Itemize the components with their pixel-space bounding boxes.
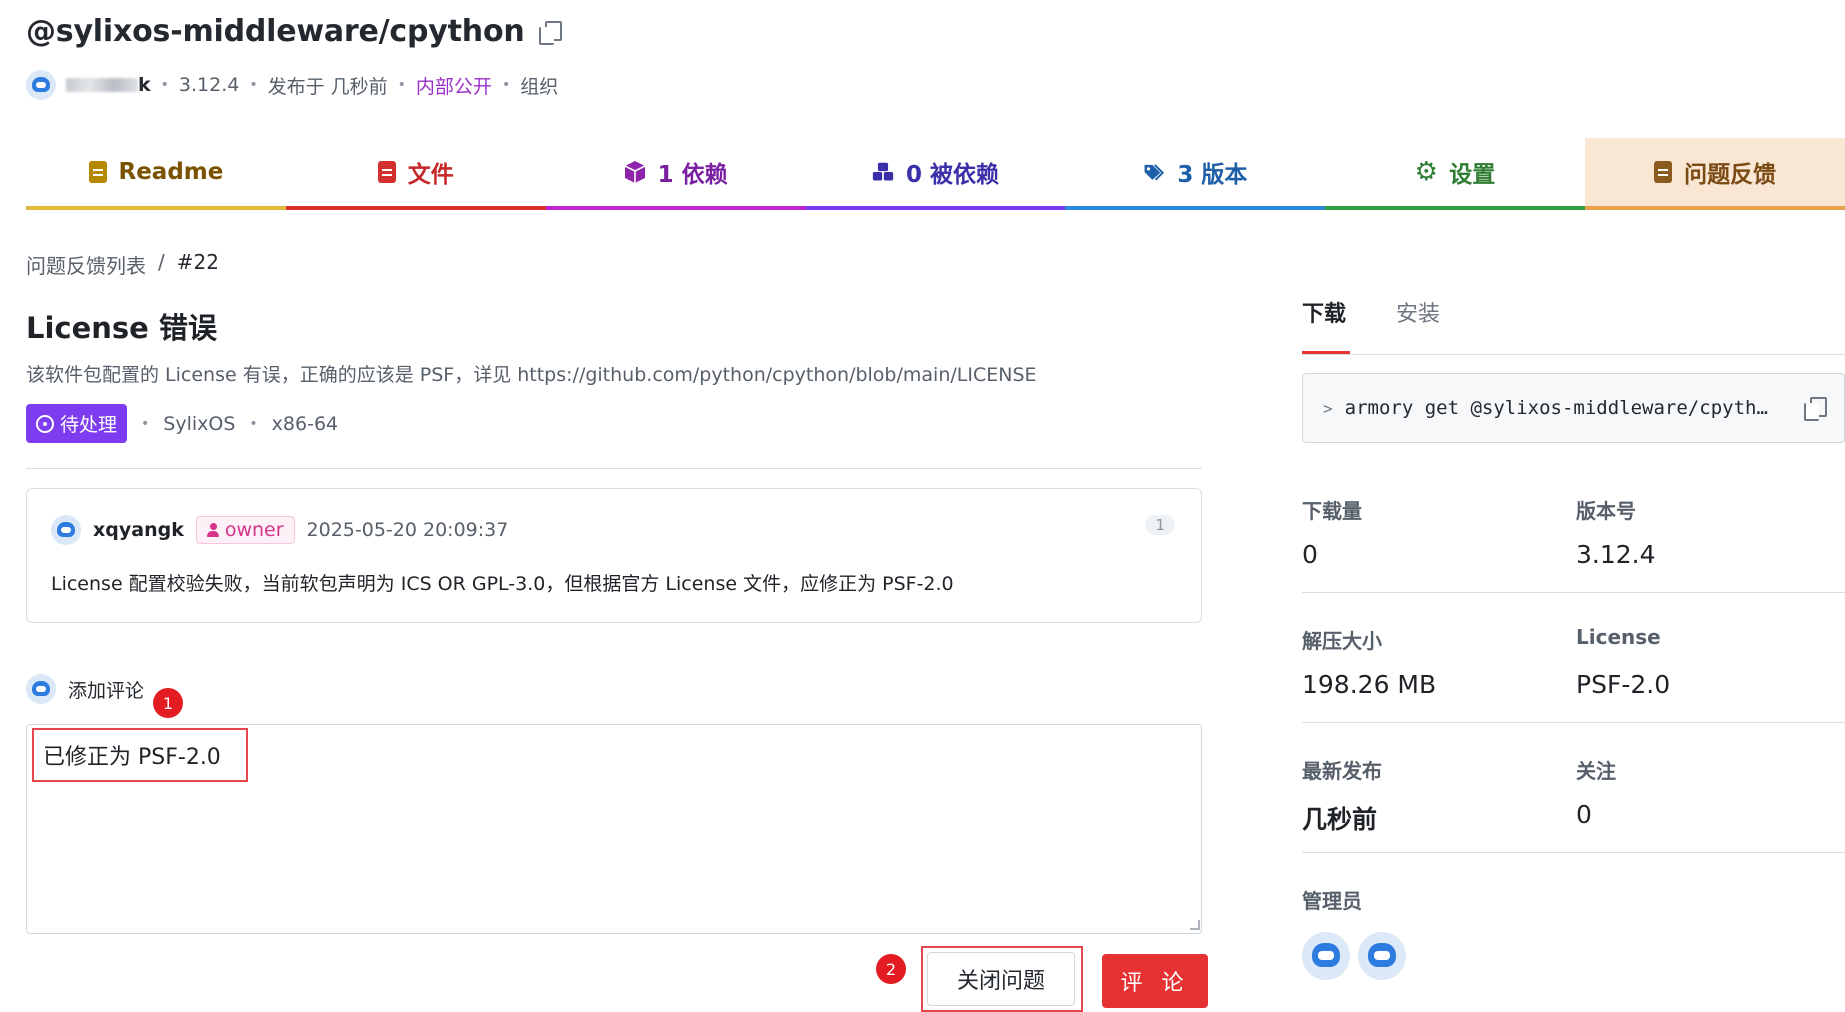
step-1-badge: 1 bbox=[153, 688, 183, 718]
person-icon bbox=[206, 523, 219, 537]
copy-icon[interactable] bbox=[538, 20, 562, 45]
stat-value-followers: 0 bbox=[1576, 800, 1592, 829]
annotation-highlight-text bbox=[32, 728, 248, 782]
breadcrumb-current: #22 bbox=[176, 250, 219, 274]
comment-body: License 配置校验失败，当前软包声明为 ICS OR GPL-3.0，但根… bbox=[51, 573, 954, 595]
tab-label: 3 版本 bbox=[1177, 162, 1248, 188]
tab-label: Readme bbox=[118, 159, 224, 185]
separator-dot: • bbox=[397, 77, 406, 93]
package-tabs: Readme 文件 1 依赖 0 被依赖 3 版本 ⚙ 设置 问题反馈 bbox=[26, 138, 1845, 210]
divider bbox=[1302, 722, 1845, 723]
issue-arch: x86-64 bbox=[271, 412, 339, 435]
install-command-box: > armory get @sylixos-middleware/cpyth… bbox=[1302, 373, 1845, 443]
submit-comment-button[interactable]: 评 论 bbox=[1102, 954, 1208, 1008]
add-comment-label: 添加评论 bbox=[68, 679, 145, 702]
stat-label-license: License bbox=[1576, 625, 1661, 649]
admins-label: 管理员 bbox=[1302, 889, 1362, 913]
separator-dot: • bbox=[249, 77, 258, 93]
published-label: 发布于 几秒前 bbox=[267, 75, 388, 98]
author-avatar[interactable] bbox=[26, 70, 56, 100]
issue-status-row: 待处理 • SylixOS • x86-64 bbox=[26, 404, 338, 443]
comment-header: xqyangk owner 2025-05-20 20:09:37 bbox=[51, 515, 508, 545]
tab-install[interactable]: 安装 bbox=[1396, 296, 1440, 328]
status-label: 待处理 bbox=[60, 414, 118, 436]
stat-value-license: PSF-2.0 bbox=[1576, 670, 1671, 699]
tab-dependents[interactable]: 0 被依赖 bbox=[805, 138, 1066, 210]
current-user-avatar bbox=[26, 674, 56, 704]
comment-number-badge: 1 bbox=[1145, 515, 1175, 535]
gear-icon: ⚙ bbox=[1414, 157, 1438, 187]
scope-label: 组织 bbox=[520, 75, 559, 98]
tab-label: 设置 bbox=[1449, 162, 1496, 188]
stat-label-unpacked-size: 解压大小 bbox=[1302, 629, 1382, 653]
document-icon bbox=[88, 161, 107, 183]
tab-label: 问题反馈 bbox=[1684, 162, 1777, 188]
issue-description: 该软件包配置的 License 有误，正确的应该是 PSF，详见 https:/… bbox=[26, 364, 1037, 386]
tab-label: 0 被依赖 bbox=[906, 162, 1000, 188]
install-command: armory get @sylixos-middleware/cpyth… bbox=[1344, 397, 1768, 419]
issue-file-icon bbox=[1654, 161, 1673, 183]
tab-issues[interactable]: 问题反馈 bbox=[1585, 138, 1845, 210]
tab-settings[interactable]: ⚙ 设置 bbox=[1325, 138, 1586, 210]
stat-value-version: 3.12.4 bbox=[1576, 540, 1656, 569]
breadcrumb-parent-link[interactable]: 问题反馈列表 bbox=[26, 250, 146, 279]
add-comment-header: 添加评论 bbox=[26, 674, 144, 704]
author-name-tail[interactable]: k bbox=[138, 74, 151, 96]
separator-dot: • bbox=[501, 77, 511, 93]
divider bbox=[1302, 592, 1845, 593]
separator-dot: • bbox=[160, 77, 169, 93]
package-meta: k • 3.12.4 • 发布于 几秒前 • 内部公开 • 组织 bbox=[26, 70, 558, 100]
tab-download[interactable]: 下载 bbox=[1302, 296, 1346, 328]
step-2-badge: 2 bbox=[876, 954, 906, 984]
separator-dot: • bbox=[249, 415, 258, 432]
package-title: @sylixos-middleware/cpython bbox=[26, 14, 562, 49]
stat-value-unpacked-size: 198.26 MB bbox=[1302, 670, 1437, 699]
tab-dependencies[interactable]: 1 依赖 bbox=[545, 138, 806, 210]
prompt-icon: > bbox=[1323, 398, 1333, 418]
resize-handle[interactable] bbox=[1190, 920, 1200, 930]
stat-value-latest-release: 几秒前 bbox=[1302, 805, 1378, 834]
copy-command-icon[interactable] bbox=[1804, 397, 1827, 421]
commenter-name[interactable]: xqyangk bbox=[93, 519, 184, 541]
divider bbox=[1302, 852, 1845, 853]
package-name: @sylixos-middleware/cpython bbox=[26, 14, 525, 49]
tab-label: 1 依赖 bbox=[657, 162, 728, 188]
admin-avatar[interactable] bbox=[1358, 932, 1406, 980]
author-name-redacted bbox=[66, 78, 138, 92]
close-issue-button[interactable]: 关闭问题 bbox=[927, 952, 1075, 1006]
commenter-avatar[interactable] bbox=[51, 515, 81, 545]
status-badge: 待处理 bbox=[26, 404, 128, 443]
stat-label-latest-release: 最新发布 bbox=[1302, 759, 1382, 783]
tab-versions[interactable]: 3 版本 bbox=[1065, 138, 1326, 210]
tab-divider bbox=[1302, 354, 1845, 355]
stat-value-downloads: 0 bbox=[1302, 540, 1318, 569]
package-icon bbox=[624, 160, 646, 184]
active-tab-indicator bbox=[1302, 351, 1350, 354]
stat-label-version: 版本号 bbox=[1576, 499, 1636, 523]
separator-dot: • bbox=[141, 415, 150, 432]
comment-card: xqyangk owner 2025-05-20 20:09:37 1 Lice… bbox=[26, 488, 1202, 623]
owner-badge: owner bbox=[195, 516, 295, 544]
open-status-icon bbox=[36, 414, 54, 433]
breadcrumb-separator: / bbox=[158, 250, 165, 274]
issue-title: License 错误 bbox=[26, 311, 217, 345]
tab-label: 文件 bbox=[407, 162, 454, 188]
tab-readme[interactable]: Readme bbox=[26, 138, 286, 210]
tab-files[interactable]: 文件 bbox=[285, 138, 546, 210]
divider bbox=[26, 468, 1202, 469]
packages-icon bbox=[872, 160, 894, 184]
breadcrumb: 问题反馈列表 / #22 bbox=[26, 250, 219, 279]
visibility-link[interactable]: 内部公开 bbox=[416, 72, 492, 99]
owner-label: owner bbox=[224, 519, 284, 541]
version-label: 3.12.4 bbox=[178, 74, 240, 96]
admin-avatar[interactable] bbox=[1302, 932, 1350, 980]
stat-label-downloads: 下载量 bbox=[1302, 499, 1362, 523]
issue-os: SylixOS bbox=[163, 412, 236, 435]
stat-label-followers: 关注 bbox=[1576, 759, 1616, 783]
admin-avatars bbox=[1302, 932, 1406, 980]
comment-timestamp: 2025-05-20 20:09:37 bbox=[306, 519, 509, 541]
code-file-icon bbox=[377, 161, 396, 183]
tags-icon bbox=[1143, 160, 1165, 184]
